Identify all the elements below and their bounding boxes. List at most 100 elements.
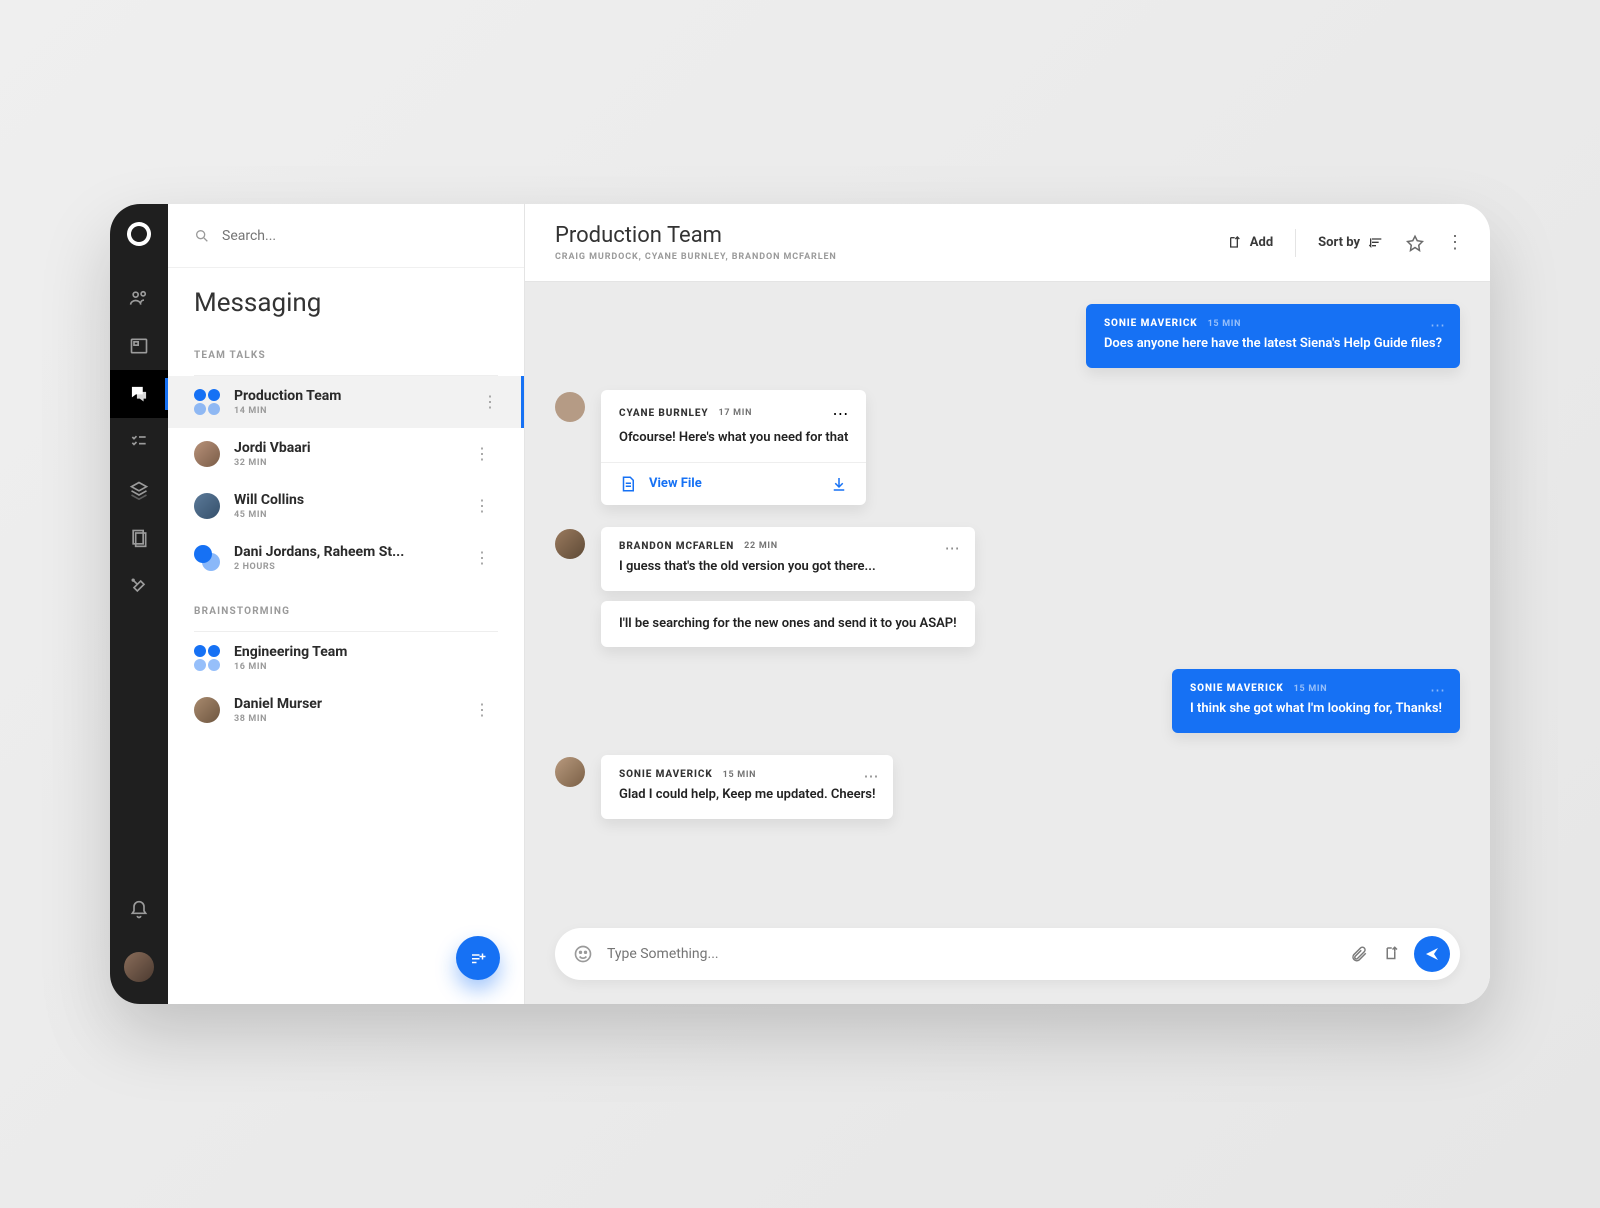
nav-notifications[interactable]: [110, 886, 168, 934]
conversation-time: 16 MIN: [234, 662, 347, 672]
message-sender: SONIE MAVERICK: [619, 769, 713, 780]
message-sender: SONIE MAVERICK: [1104, 318, 1198, 329]
file-message-card: CYANE BURNLEY 17 MIN ⋯ Ofcourse! Here's …: [601, 390, 866, 505]
more-icon[interactable]: ⋮: [482, 400, 498, 404]
nav-tasks[interactable]: [110, 418, 168, 466]
add-button[interactable]: Add: [1226, 235, 1273, 251]
sort-icon: [1368, 235, 1384, 251]
message-bubble-incoming: I'll be searching for the new ones and s…: [601, 601, 975, 648]
emoji-icon[interactable]: [573, 944, 593, 964]
conversation-name: Engineering Team: [234, 644, 347, 660]
message-sender: BRANDON MCFARLEN: [619, 541, 734, 552]
conversation-time: 14 MIN: [234, 406, 341, 416]
more-icon[interactable]: ⋮: [474, 708, 490, 712]
chat-title: Production Team: [555, 223, 837, 248]
chat-scroll[interactable]: SONIE MAVERICK 15 MIN ⋯ Does anyone here…: [525, 282, 1490, 928]
sender-avatar: [555, 529, 585, 559]
message-text: I think she got what I'm looking for, Th…: [1190, 700, 1442, 719]
message-composer: [555, 928, 1460, 980]
conversation-will[interactable]: Will Collins 45 MIN ⋮: [194, 480, 498, 532]
message-sender: SONIE MAVERICK: [1190, 683, 1284, 694]
file-icon: [619, 475, 637, 493]
more-icon[interactable]: ⋮: [474, 452, 490, 456]
sort-button[interactable]: Sort by: [1318, 235, 1384, 251]
sort-label: Sort by: [1318, 235, 1360, 250]
new-conversation-button[interactable]: [456, 936, 500, 980]
message-time: 15 MIN: [1208, 319, 1242, 329]
message-time: 15 MIN: [723, 770, 757, 780]
nav-layers[interactable]: [110, 466, 168, 514]
message-text: Ofcourse! Here's what you need for that: [619, 429, 848, 448]
message-text: Glad I could help, Keep me updated. Chee…: [619, 786, 875, 805]
message-text: Does anyone here have the latest Siena's…: [1104, 335, 1442, 354]
conversation-sidebar: Messaging TEAM TALKS Production Team 14 …: [168, 204, 525, 1004]
message-sender: CYANE BURNLEY: [619, 408, 709, 419]
download-icon[interactable]: [830, 475, 848, 493]
message-row: SONIE MAVERICK 15 MIN ⋯ Glad I could hel…: [555, 755, 1460, 819]
message-more-icon[interactable]: ⋯: [863, 767, 879, 785]
nav-contacts[interactable]: [110, 274, 168, 322]
conversation-name: Daniel Murser: [234, 696, 322, 712]
nav-tools[interactable]: [110, 562, 168, 610]
conversation-time: 32 MIN: [234, 458, 311, 468]
conversation-dani-raheem[interactable]: Dani Jordans, Raheem St... 2 HOURS ⋮: [194, 532, 498, 584]
current-user-avatar[interactable]: [124, 952, 154, 982]
conversation-jordi[interactable]: Jordi Vbaari 32 MIN ⋮: [194, 428, 498, 480]
star-icon[interactable]: [1406, 234, 1424, 252]
conversation-time: 38 MIN: [234, 714, 322, 724]
message-bubble-incoming: SONIE MAVERICK 15 MIN ⋯ Glad I could hel…: [601, 755, 893, 819]
message-time: 17 MIN: [719, 408, 753, 418]
message-more-icon[interactable]: ⋯: [1430, 681, 1446, 699]
app-logo-icon: [124, 219, 155, 250]
message-row: BRANDON MCFARLEN 22 MIN ⋯ I guess that's…: [555, 527, 1460, 648]
message-row: SONIE MAVERICK 15 MIN ⋯ Does anyone here…: [555, 304, 1460, 368]
chat-main: Production Team CRAIG MURDOCK, CYANE BUR…: [525, 204, 1490, 1004]
message-text: I'll be searching for the new ones and s…: [619, 615, 957, 634]
nav-messaging[interactable]: [110, 370, 168, 418]
more-icon[interactable]: ⋮: [474, 556, 490, 560]
conversation-name: Production Team: [234, 388, 341, 404]
message-bubble-outgoing: SONIE MAVERICK 15 MIN ⋯ I think she got …: [1172, 669, 1460, 733]
chat-topbar: Production Team CRAIG MURDOCK, CYANE BUR…: [525, 204, 1490, 282]
group-brainstorming: BRAINSTORMING: [194, 606, 498, 617]
message-row: SONIE MAVERICK 15 MIN ⋯ I think she got …: [555, 669, 1460, 733]
message-more-icon[interactable]: ⋯: [945, 539, 961, 557]
nav-rail: [110, 204, 168, 1004]
message-more-icon[interactable]: ⋯: [1430, 316, 1446, 334]
message-bubble-incoming: BRANDON MCFARLEN 22 MIN ⋯ I guess that's…: [601, 527, 975, 591]
nav-dashboard[interactable]: [110, 322, 168, 370]
conversation-name: Dani Jordans, Raheem St...: [234, 544, 404, 560]
message-time: 22 MIN: [744, 541, 778, 551]
attachment-icon[interactable]: [1350, 945, 1368, 963]
search-icon: [194, 228, 210, 244]
message-more-icon[interactable]: ⋯: [832, 404, 848, 423]
conversation-time: 2 HOURS: [234, 562, 404, 572]
message-bubble-outgoing: SONIE MAVERICK 15 MIN ⋯ Does anyone here…: [1086, 304, 1460, 368]
chat-members: CRAIG MURDOCK, CYANE BURNLEY, BRANDON MC…: [555, 252, 837, 262]
conversation-production-team[interactable]: Production Team 14 MIN ⋮: [168, 376, 524, 428]
send-button[interactable]: [1414, 936, 1450, 972]
divider: [1295, 229, 1296, 257]
export-icon: [1226, 235, 1242, 251]
conversation-engineering-team[interactable]: Engineering Team 16 MIN: [194, 632, 498, 684]
composer-input[interactable]: [607, 946, 1336, 962]
share-icon[interactable]: [1382, 945, 1400, 963]
search-bar[interactable]: [168, 204, 524, 268]
sender-avatar: [555, 392, 585, 422]
sender-avatar: [555, 757, 585, 787]
app-frame: Messaging TEAM TALKS Production Team 14 …: [110, 204, 1490, 1004]
conversation-time: 45 MIN: [234, 510, 304, 520]
more-icon[interactable]: ⋮: [1446, 241, 1464, 245]
message-row: CYANE BURNLEY 17 MIN ⋯ Ofcourse! Here's …: [555, 390, 1460, 505]
nav-documents[interactable]: [110, 514, 168, 562]
view-file-button[interactable]: View File: [649, 476, 702, 491]
conversation-name: Will Collins: [234, 492, 304, 508]
message-text: I guess that's the old version you got t…: [619, 558, 957, 577]
more-icon[interactable]: ⋮: [474, 504, 490, 508]
group-team-talks: TEAM TALKS: [194, 350, 498, 361]
message-time: 15 MIN: [1294, 684, 1328, 694]
sidebar-title: Messaging: [194, 288, 498, 318]
conversation-daniel[interactable]: Daniel Murser 38 MIN ⋮: [194, 684, 498, 736]
conversation-name: Jordi Vbaari: [234, 440, 311, 456]
search-input[interactable]: [222, 228, 498, 244]
